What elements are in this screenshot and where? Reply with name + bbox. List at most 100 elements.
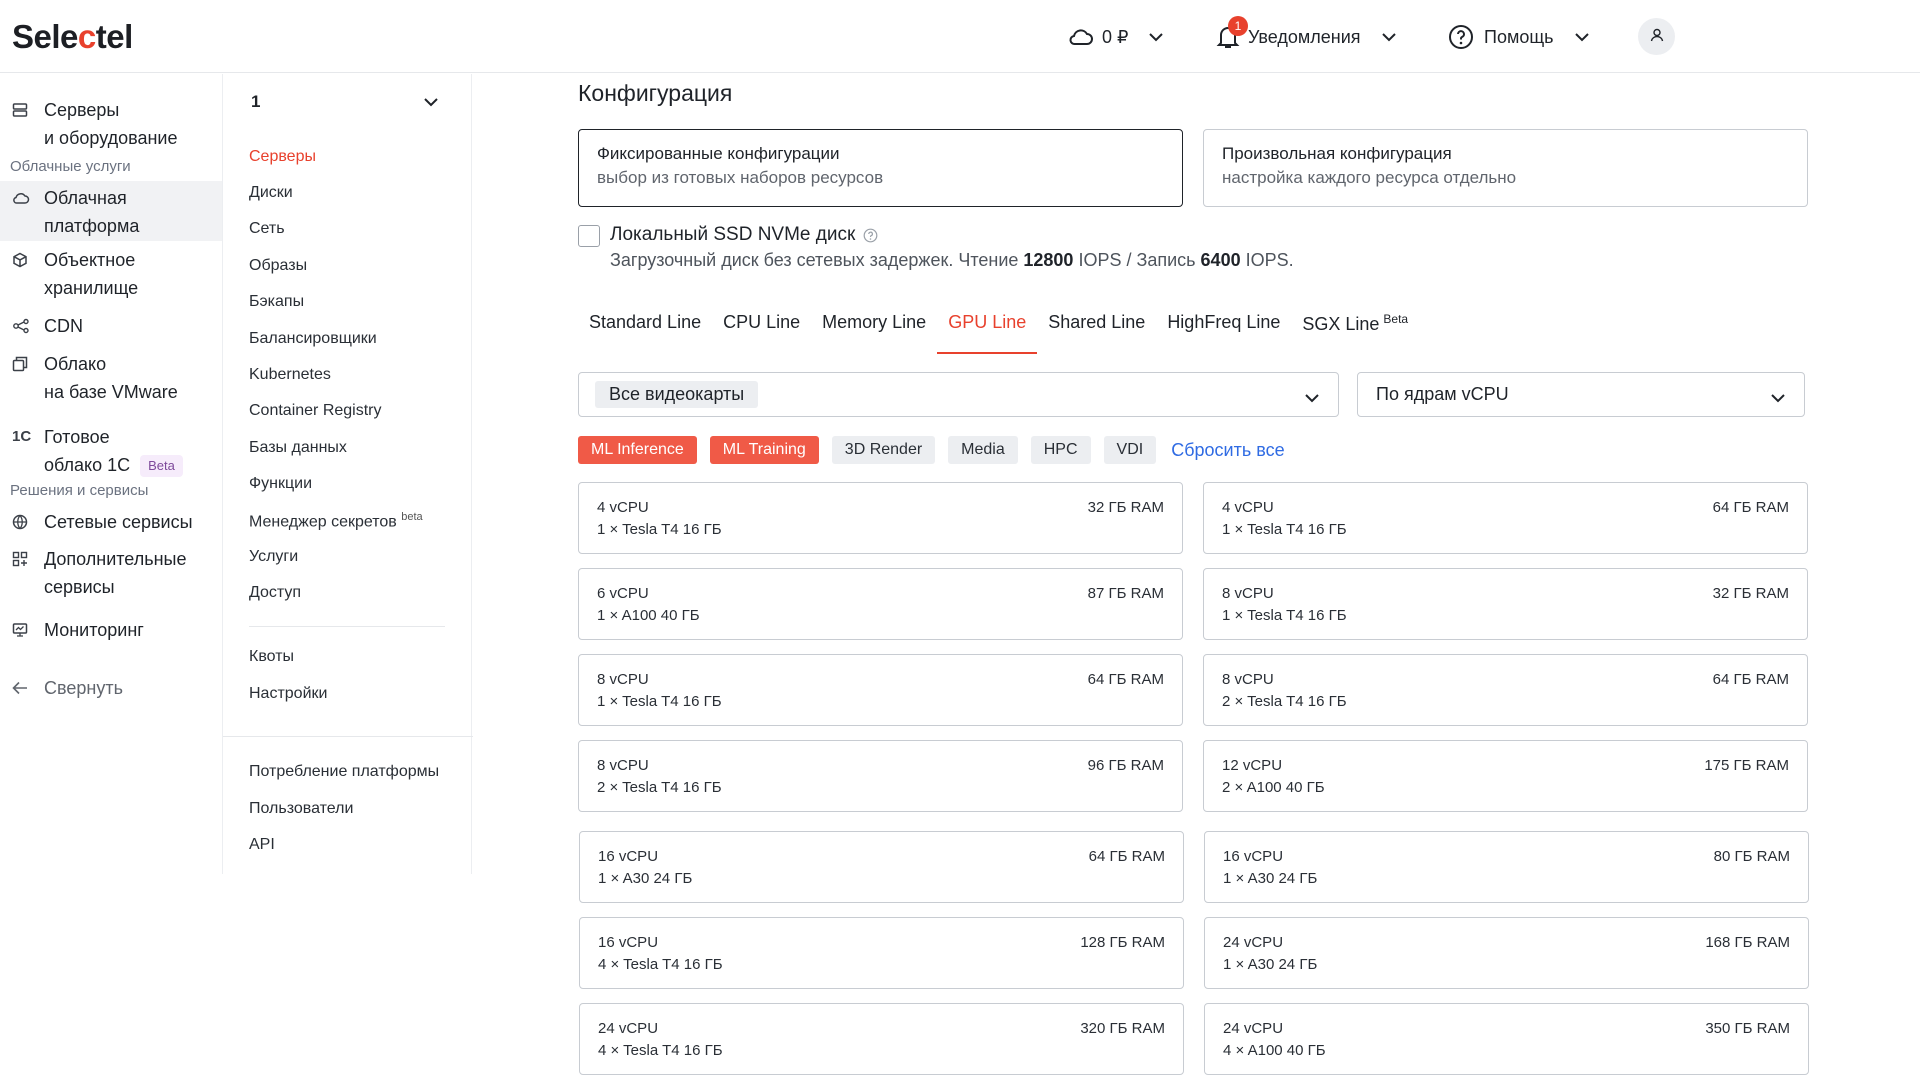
config-card[interactable]: 12 vCPU 2 × A100 40 ГБ 175 ГБ RAM	[1203, 740, 1808, 812]
card-cpu: 16 vCPU	[1223, 848, 1284, 865]
help-button[interactable]: Помощь	[1448, 22, 1590, 52]
sidebar-item-additional-services[interactable]: Дополнительные сервисы	[0, 545, 222, 605]
tab-standard-line[interactable]: Standard Line	[578, 306, 712, 354]
gpu-filter-dropdown[interactable]: Все видеокарты	[578, 372, 1339, 417]
panel-nav-quotas[interactable]: Квоты	[249, 648, 294, 666]
sidebar-item-1c-cloud[interactable]: 1С Готовое облако 1С Beta	[0, 423, 222, 483]
sidebar-item-cloud-platform[interactable]: Облачная платформа	[0, 181, 222, 241]
panel-nav-backups[interactable]: Бэкапы	[249, 293, 304, 311]
project-selector[interactable]: 1	[251, 92, 260, 112]
sidebar-item-label: Облако на базе VMware	[44, 354, 178, 402]
config-card[interactable]: 8 vCPU 2 × Tesla T4 16 ГБ 96 ГБ RAM	[578, 740, 1183, 812]
card-cpu: 8 vCPU	[597, 671, 649, 688]
panel-nav-access[interactable]: Доступ	[249, 584, 301, 602]
top-bar: Selectel 0 ₽ 1 Уведомления Помощь	[0, 0, 1920, 73]
card-ram: 32 ГБ RAM	[1712, 585, 1789, 602]
config-card[interactable]: 8 vCPU 1 × Tesla T4 16 ГБ 32 ГБ RAM	[1203, 568, 1808, 640]
panel-nav-secrets-manager[interactable]: Менеджер секретов beta	[249, 511, 423, 531]
question-icon	[1448, 24, 1474, 50]
tab-memory-line[interactable]: Memory Line	[811, 306, 937, 354]
collapse-sidebar-button[interactable]: Свернуть	[0, 674, 222, 704]
panel-nav-container-registry[interactable]: Container Registry	[249, 402, 382, 420]
tag-ml-training[interactable]: ML Training	[709, 436, 819, 464]
tag-hpc[interactable]: HPC	[1030, 436, 1091, 464]
tab-shared-line[interactable]: Shared Line	[1037, 306, 1156, 354]
tag-vdi[interactable]: VDI	[1103, 436, 1157, 464]
gpu-filter-value: Все видеокарты	[595, 381, 759, 408]
config-card[interactable]: 16 vCPU 1 × A30 24 ГБ 80 ГБ RAM	[1204, 831, 1809, 903]
page-title: Конфигурация	[578, 80, 733, 106]
config-card[interactable]: 24 vCPU 4 × A100 40 ГБ 350 ГБ RAM	[1204, 1003, 1809, 1075]
config-card[interactable]: 4 vCPU 1 × Tesla T4 16 ГБ 32 ГБ RAM	[578, 482, 1183, 554]
config-card[interactable]: 8 vCPU 2 × Tesla T4 16 ГБ 64 ГБ RAM	[1203, 654, 1808, 726]
sidebar-item-label: Мониторинг	[44, 620, 144, 640]
local-ssd-checkbox[interactable]	[578, 225, 600, 247]
tag-3d-render[interactable]: 3D Render	[831, 436, 936, 464]
user-avatar-button[interactable]	[1638, 18, 1675, 55]
globe-icon	[12, 508, 32, 536]
tab-gpu-line[interactable]: GPU Line	[937, 306, 1038, 354]
config-card[interactable]: 4 vCPU 1 × Tesla T4 16 ГБ 64 ГБ RAM	[1203, 482, 1808, 554]
tab-cpu-line[interactable]: CPU Line	[712, 306, 811, 354]
notifications-label: Уведомления	[1248, 26, 1361, 47]
card-ram: 175 ГБ RAM	[1704, 757, 1789, 774]
config-card[interactable]: 16 vCPU 1 × A30 24 ГБ 64 ГБ RAM	[579, 831, 1184, 903]
sidebar-item-label: Дополнительные сервисы	[44, 549, 187, 597]
panel-nav-kubernetes[interactable]: Kubernetes	[249, 366, 331, 384]
config-card[interactable]: 6 vCPU 1 × A100 40 ГБ 87 ГБ RAM	[578, 568, 1183, 640]
sort-dropdown[interactable]: По ядрам vCPU	[1357, 372, 1805, 417]
tab-sgx-line[interactable]: SGX Line Beta	[1291, 306, 1419, 354]
local-ssd-label[interactable]: Локальный SSD NVMe диск	[610, 224, 878, 246]
card-ram: 320 ГБ RAM	[1080, 1020, 1165, 1037]
reset-filters-link[interactable]: Сбросить все	[1171, 440, 1284, 461]
selectel-logo[interactable]: Selectel	[12, 18, 133, 56]
config-card[interactable]: 16 vCPU 4 × Tesla T4 16 ГБ 128 ГБ RAM	[579, 917, 1184, 989]
panel-nav-users[interactable]: Пользователи	[249, 800, 353, 818]
panel-nav-databases[interactable]: Базы данных	[249, 439, 347, 457]
fixed-config-option[interactable]: Фиксированные конфигурации выбор из гото…	[578, 129, 1183, 207]
panel-nav-platform-usage[interactable]: Потребление платформы	[249, 763, 439, 781]
panel-nav-disks[interactable]: Диски	[249, 184, 293, 202]
panel-nav-images[interactable]: Образы	[249, 257, 307, 275]
cloud-icon	[1068, 26, 1094, 48]
tag-media[interactable]: Media	[948, 436, 1018, 464]
panel-nav-balancers[interactable]: Балансировщики	[249, 330, 377, 348]
panel-nav-services[interactable]: Услуги	[249, 548, 298, 566]
panel-nav-network[interactable]: Сеть	[249, 220, 285, 238]
card-gpu: 4 × Tesla T4 16 ГБ	[598, 1042, 723, 1059]
sidebar-item-servers[interactable]: Серверы и оборудование	[0, 96, 222, 156]
chevron-down-icon[interactable]	[423, 94, 439, 110]
card-ram: 350 ГБ RAM	[1705, 1020, 1790, 1037]
card-ram: 96 ГБ RAM	[1087, 757, 1164, 774]
card-ram: 32 ГБ RAM	[1087, 499, 1164, 516]
panel-nav-settings[interactable]: Настройки	[249, 685, 327, 703]
card-ram: 64 ГБ RAM	[1712, 499, 1789, 516]
project-panel: 1 Серверы Диски Сеть Образы Бэкапы Балан…	[222, 74, 473, 874]
card-gpu: 2 × Tesla T4 16 ГБ	[597, 779, 722, 796]
tag-ml-inference[interactable]: ML Inference	[578, 436, 697, 464]
user-icon	[1650, 28, 1664, 45]
panel-nav-api[interactable]: API	[249, 836, 275, 854]
notifications-button[interactable]: 1 Уведомления	[1216, 16, 1397, 52]
sort-value: По ядрам vCPU	[1376, 384, 1509, 404]
help-circle-icon[interactable]	[863, 228, 878, 243]
card-gpu: 1 × Tesla T4 16 ГБ	[597, 521, 722, 538]
sidebar-item-monitoring[interactable]: Мониторинг	[0, 616, 222, 646]
config-card[interactable]: 24 vCPU 4 × Tesla T4 16 ГБ 320 ГБ RAM	[579, 1003, 1184, 1075]
balance-button[interactable]: 0 ₽	[1068, 22, 1164, 52]
card-ram: 64 ГБ RAM	[1087, 671, 1164, 688]
sidebar-item-cdn[interactable]: CDN	[0, 312, 222, 342]
sidebar-item-label: Серверы и оборудование	[44, 100, 178, 148]
panel-nav-functions[interactable]: Функции	[249, 475, 312, 493]
sidebar-item-vmware[interactable]: Облако на базе VMware	[0, 350, 222, 410]
sidebar-item-network-services[interactable]: Сетевые сервисы	[0, 508, 222, 538]
card-ram: 87 ГБ RAM	[1087, 585, 1164, 602]
main-sidebar: Серверы и оборудование Облачные услуги О…	[0, 74, 222, 874]
sidebar-item-object-storage[interactable]: Объектное хранилище	[0, 246, 222, 306]
tab-highfreq-line[interactable]: HighFreq Line	[1156, 306, 1291, 354]
custom-config-option[interactable]: Произвольная конфигурация настройка кажд…	[1203, 129, 1808, 207]
cube-icon	[12, 246, 32, 274]
config-card[interactable]: 8 vCPU 1 × Tesla T4 16 ГБ 64 ГБ RAM	[578, 654, 1183, 726]
panel-nav-servers[interactable]: Серверы	[249, 148, 316, 166]
config-card[interactable]: 24 vCPU 1 × A30 24 ГБ 168 ГБ RAM	[1204, 917, 1809, 989]
